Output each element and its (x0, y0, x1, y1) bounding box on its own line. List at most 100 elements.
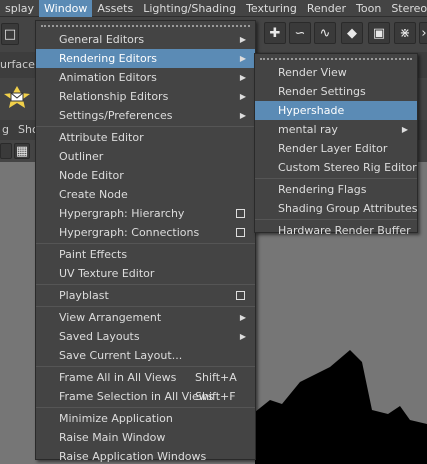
rendering-editors-submenu: Render View Render Settings Hypershade ment… (254, 53, 418, 237)
menu-item-label: Node Editor (59, 169, 124, 182)
menu-item-label: mental ray (278, 123, 338, 136)
menu-item-label: Hypergraph: Connections (59, 226, 200, 239)
plus-icon[interactable]: ✚ (264, 22, 286, 44)
menu-separator (36, 126, 255, 127)
menu-item-attribute-editor[interactable]: Attribute Editor (36, 128, 255, 147)
camera-icon[interactable] (0, 143, 12, 159)
menu-item-raise-application-windows[interactable]: Raise Application Windows (36, 447, 255, 464)
menu-item-label: Render Settings (278, 85, 366, 98)
menu-item-render-view[interactable]: Render View (255, 63, 417, 82)
menu-item-mental-ray[interactable]: mental ray ▶ (255, 120, 417, 139)
menu-item-label: Hypergraph: Hierarchy (59, 207, 185, 220)
menu-item-outliner[interactable]: Outliner (36, 147, 255, 166)
cube-icon[interactable]: ▣ (368, 22, 390, 44)
menu-item-label: Outliner (59, 150, 104, 163)
menu-item-hardware-render-buffer[interactable]: Hardware Render Buffer (255, 221, 417, 240)
menu-separator (255, 178, 417, 179)
sculpt-icon[interactable]: › (419, 22, 427, 44)
menu-separator (36, 407, 255, 408)
menu-item-playblast[interactable]: Playblast (36, 286, 255, 305)
menu-item-render-settings[interactable]: Render Settings (255, 82, 417, 101)
black-object-silhouette (255, 350, 427, 464)
menu-item-label: Hypershade (278, 104, 345, 117)
menu-item-animation-editors[interactable]: Animation Editors ▶ (36, 68, 255, 87)
menu-item-label: Frame Selection in All Views (59, 390, 214, 403)
menu-item-label: Create Node (59, 188, 128, 201)
option-box-icon[interactable] (236, 291, 245, 300)
menu-item-label: Attribute Editor (59, 131, 144, 144)
submenu-arrow-icon: ▶ (239, 332, 246, 341)
menu-item-node-editor[interactable]: Node Editor (36, 166, 255, 185)
menu-item-create-node[interactable]: Create Node (36, 185, 255, 204)
menu-item-label: Shading Group Attributes (278, 202, 418, 215)
submenu-arrow-icon: ▶ (239, 54, 246, 63)
rendering-editors-tearoff[interactable] (255, 54, 417, 63)
submenu-arrow-icon: ▶ (239, 313, 246, 322)
menu-item-hypershade[interactable]: Hypershade (255, 101, 417, 120)
light-icon[interactable] (0, 84, 34, 110)
menu-item-label: Minimize Application (59, 412, 173, 425)
menubar-window[interactable]: Window (39, 0, 93, 17)
menu-item-minimize-application[interactable]: Minimize Application (36, 409, 255, 428)
menu-item-saved-layouts[interactable]: Saved Layouts ▶ (36, 327, 255, 346)
menu-item-paint-effects[interactable]: Paint Effects (36, 245, 255, 264)
save-scene-icon[interactable]: □ (1, 23, 19, 45)
option-box-icon[interactable] (236, 228, 245, 237)
menu-item-label: Custom Stereo Rig Editor (278, 161, 417, 174)
menu-item-render-layer-editor[interactable]: Render Layer Editor (255, 139, 417, 158)
menu-item-label: UV Texture Editor (59, 267, 155, 280)
menu-item-uv-texture-editor[interactable]: UV Texture Editor (36, 264, 255, 283)
plane-icon[interactable]: ◆ (341, 22, 363, 44)
panel-fragment-1: g (2, 123, 9, 136)
menu-item-label: Frame All in All Views (59, 371, 177, 384)
menubar-texturing[interactable]: Texturing (241, 0, 302, 17)
menu-separator (36, 243, 255, 244)
menubar-render[interactable]: Render (302, 0, 351, 17)
menubar-stereo[interactable]: Stereo (386, 0, 427, 17)
menu-item-label: Hardware Render Buffer (278, 224, 411, 237)
curve-cv-icon[interactable]: ∽ (289, 22, 311, 44)
curve-ep-icon[interactable]: ∿ (314, 22, 336, 44)
menubar-toon[interactable]: Toon (351, 0, 386, 17)
menu-separator (255, 219, 417, 220)
menu-item-label: Saved Layouts (59, 330, 140, 343)
menu-item-shading-group-attributes[interactable]: Shading Group Attributes (255, 199, 417, 218)
menu-item-label: Render Layer Editor (278, 142, 388, 155)
submenu-arrow-icon: ▶ (239, 35, 246, 44)
menubar-splay[interactable]: splay (0, 0, 39, 17)
menu-item-save-current-layout[interactable]: Save Current Layout... (36, 346, 255, 365)
window-menu-tearoff[interactable] (36, 21, 255, 30)
menu-shortcut: Shift+A (195, 371, 237, 384)
option-box-icon[interactable] (236, 209, 245, 218)
menu-item-hypergraph-connections[interactable]: Hypergraph: Connections (36, 223, 255, 242)
submenu-arrow-icon: ▶ (239, 92, 246, 101)
menu-item-label: Raise Application Windows (59, 450, 207, 463)
submenu-arrow-icon: ▶ (239, 111, 246, 120)
menu-item-label: Playblast (59, 289, 109, 302)
menu-separator (36, 284, 255, 285)
menubar-lighting-shading[interactable]: Lighting/Shading (138, 0, 241, 17)
menu-item-label: Settings/Preferences (59, 109, 173, 122)
submenu-arrow-icon: ▶ (401, 125, 408, 134)
menu-item-frame-selection-in-all-views[interactable]: Frame Selection in All Views Shift+F (36, 387, 255, 406)
sphere-grid-icon[interactable]: ⋇ (394, 22, 416, 44)
menu-item-relationship-editors[interactable]: Relationship Editors ▶ (36, 87, 255, 106)
menu-item-label: Paint Effects (59, 248, 128, 261)
menu-item-label: Relationship Editors (59, 90, 169, 103)
menu-item-label: View Arrangement (59, 311, 162, 324)
menu-item-view-arrangement[interactable]: View Arrangement ▶ (36, 308, 255, 327)
menu-shortcut: Shift+F (195, 390, 236, 403)
menubar-assets[interactable]: Assets (92, 0, 138, 17)
menu-item-custom-stereo-rig-editor[interactable]: Custom Stereo Rig Editor (255, 158, 417, 177)
menu-item-rendering-editors[interactable]: Rendering Editors ▶ (36, 49, 255, 68)
wireframe-icon[interactable]: ▦ (14, 143, 30, 159)
menu-item-label: Animation Editors (59, 71, 157, 84)
main-menubar: splay Window Assets Lighting/Shading Texturi… (0, 0, 427, 17)
menu-item-hypergraph-hierarchy[interactable]: Hypergraph: Hierarchy (36, 204, 255, 223)
menu-item-frame-all-in-all-views[interactable]: Frame All in All Views Shift+A (36, 368, 255, 387)
menu-item-raise-main-window[interactable]: Raise Main Window (36, 428, 255, 447)
menu-item-settings-preferences[interactable]: Settings/Preferences ▶ (36, 106, 255, 125)
menu-item-rendering-flags[interactable]: Rendering Flags (255, 180, 417, 199)
menu-separator (36, 306, 255, 307)
menu-item-general-editors[interactable]: General Editors ▶ (36, 30, 255, 49)
